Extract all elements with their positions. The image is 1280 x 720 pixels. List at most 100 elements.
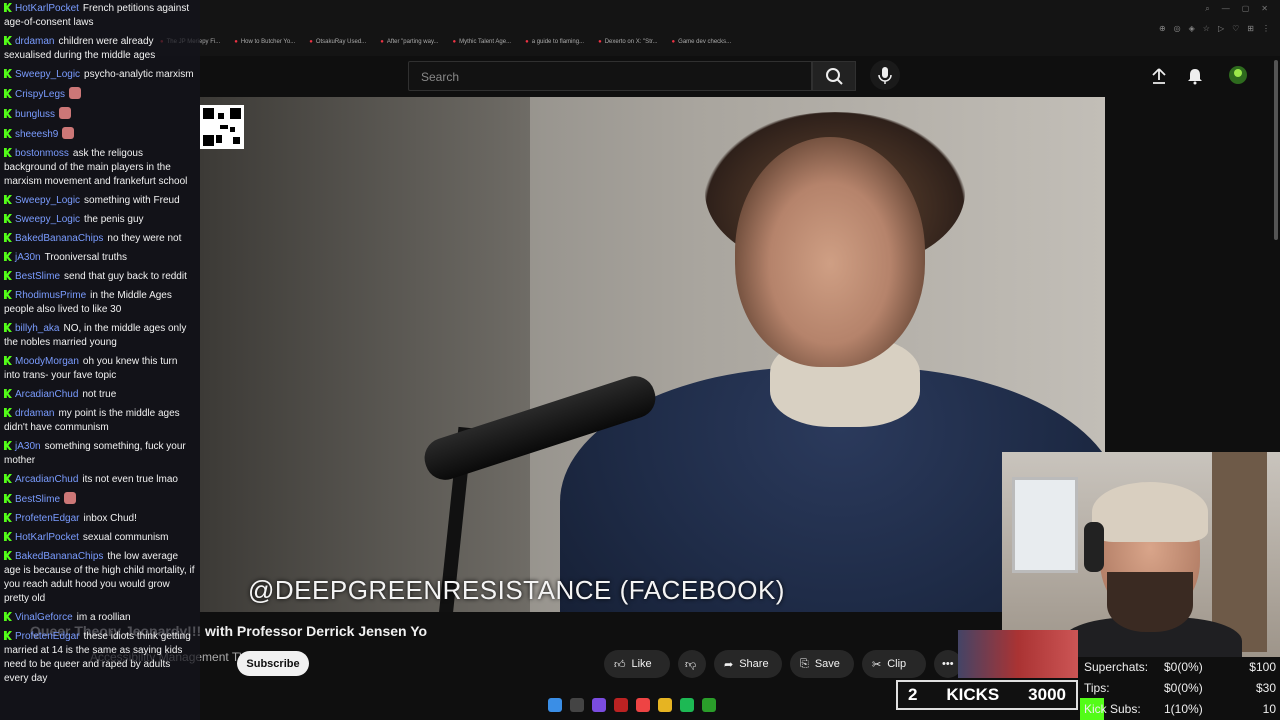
kick-badge-icon (4, 129, 12, 138)
chat-message: CrispyLegs (0, 85, 200, 105)
kick-badge-icon (4, 494, 12, 503)
chat-username[interactable]: BestSlime (15, 494, 60, 505)
maximize-icon[interactable]: ▢ (1242, 4, 1250, 14)
video-background (200, 97, 530, 612)
webcam-overlay (1002, 452, 1280, 657)
chat-message: VinalGeforce im a roollian (0, 609, 200, 628)
close-icon[interactable]: ✕ (1261, 4, 1268, 14)
windows-start-icon[interactable] (548, 698, 562, 712)
chat-username[interactable]: MoodyMorgan (15, 356, 79, 367)
chat-username[interactable]: drdaman (15, 36, 54, 47)
kicks-label: KICKS (946, 685, 1000, 704)
kick-badge-icon (4, 69, 12, 78)
dislike-button[interactable]: 👎︎ (678, 650, 706, 678)
stat-row-superchats: Superchats: $0(0%) $100 (1084, 660, 1276, 674)
kick-badge-icon (4, 290, 12, 299)
kick-badge-icon (4, 109, 12, 118)
chat-username[interactable]: bostonmoss (15, 148, 69, 159)
chat-text: psycho-analytic marxism (84, 69, 194, 80)
bookmark-item[interactable]: Mythic Talent Age... (453, 39, 511, 45)
chat-message: HotKarlPocket sexual communism (0, 529, 200, 548)
heart-icon[interactable]: ♡ (1232, 24, 1239, 33)
chat-username[interactable]: Sweepy_Logic (15, 214, 80, 225)
video-speaker-head (735, 137, 925, 367)
clip-button[interactable]: ✂ Clip (862, 650, 926, 678)
folder-icon[interactable] (658, 698, 672, 712)
chat-username[interactable]: jA30n (15, 441, 41, 452)
chat-username[interactable]: jA30n (15, 252, 41, 263)
chat-username[interactable]: BestSlime (15, 271, 60, 282)
chat-username[interactable]: drdaman (15, 408, 54, 419)
extension-icon[interactable]: ◎ (1174, 24, 1181, 33)
stat-goal: $100 (1249, 660, 1276, 674)
search-icon[interactable]: ⌕ (1205, 4, 1209, 14)
chat-username[interactable]: BakedBananaChips (15, 551, 103, 562)
extension-icon[interactable]: ◈ (1189, 24, 1195, 33)
chat-username[interactable]: sheeesh9 (15, 129, 58, 140)
extension-icon[interactable]: ⊞ (1247, 24, 1254, 33)
chat-username[interactable]: billyh_aka (15, 323, 59, 334)
kick-badge-icon (4, 532, 12, 541)
chat-text: im a roollian (76, 612, 131, 623)
browser-icon[interactable] (636, 698, 650, 712)
chat-message: drdaman children were already sexualised … (0, 33, 200, 66)
scissors-icon: ✂ (872, 658, 882, 671)
chat-message: bungluss (0, 105, 200, 125)
chat-username[interactable]: ArcadianChud (15, 389, 78, 400)
app-icon[interactable] (614, 698, 628, 712)
stat-value: $0(0%) (1164, 681, 1203, 695)
subscribe-button[interactable]: Subscribe (237, 651, 309, 676)
streamer-headset (1084, 522, 1104, 572)
chat-message: HotKarlPocket French petitions against ag… (0, 0, 200, 33)
minimize-icon[interactable]: — (1222, 4, 1230, 14)
notifications-button[interactable] (1183, 64, 1207, 88)
kick-badge-icon (4, 356, 12, 365)
chat-username[interactable]: ProfetenEdgar (15, 631, 80, 642)
bookmark-item[interactable]: Game dev checks... (672, 39, 731, 45)
upload-button[interactable] (1147, 64, 1171, 88)
voice-search-button[interactable] (870, 60, 900, 90)
chat-username[interactable]: HotKarlPocket (15, 532, 79, 543)
extension-icon[interactable]: ▷ (1218, 24, 1224, 33)
like-button[interactable]: 👍︎ Like (604, 650, 670, 678)
chat-username[interactable]: BakedBananaChips (15, 233, 103, 244)
chat-username[interactable]: ArcadianChud (15, 474, 78, 485)
video-player[interactable]: @DEEPGREENRESISTANCE (FACEBOOK) (200, 97, 1105, 612)
avatar[interactable] (1226, 63, 1250, 87)
bookmark-star-icon[interactable]: ☆ (1203, 24, 1210, 33)
search-input[interactable]: Search (408, 61, 812, 91)
chat-text: inbox Chud! (83, 513, 137, 524)
chat-message: ProfetenEdgar these idiots think getting … (0, 628, 200, 689)
share-button[interactable]: ➦ Share (714, 650, 782, 678)
page-scrollbar[interactable] (1274, 60, 1278, 240)
bookmark-item[interactable]: OtsakuRay Used... (309, 39, 366, 45)
app-icon[interactable] (592, 698, 606, 712)
bookmark-item[interactable]: How to Butcher Yo... (234, 39, 295, 45)
search-icon[interactable] (570, 698, 584, 712)
spotify-icon[interactable] (680, 698, 694, 712)
chat-message: sheeesh9 (0, 125, 200, 145)
chat-message: Sweepy_Logic the penis guy (0, 211, 200, 230)
xbox-icon[interactable] (702, 698, 716, 712)
overlay-thumbnail (958, 630, 1078, 678)
chat-username[interactable]: HotKarlPocket (15, 3, 79, 14)
kick-badge-icon (4, 89, 12, 98)
chat-username[interactable]: Sweepy_Logic (15, 195, 80, 206)
chat-username[interactable]: VinalGeforce (15, 612, 73, 623)
chat-message: billyh_aka NO, in the middle ages only th… (0, 320, 200, 353)
chat-username[interactable]: bungluss (15, 109, 55, 120)
bookmark-item[interactable]: a guide to flaming... (525, 39, 584, 45)
chat-username[interactable]: RhodimusPrime (15, 290, 86, 301)
save-button[interactable]: ⎘ Save (790, 650, 854, 678)
menu-dots-icon[interactable]: ⋮ (1262, 24, 1270, 33)
zoom-icon[interactable]: ⊕ (1159, 24, 1166, 33)
emote-icon (64, 492, 77, 504)
chat-username[interactable]: Sweepy_Logic (15, 69, 80, 80)
bookmark-item[interactable]: Dexerto on X: "Str... (598, 39, 658, 45)
chat-username[interactable]: CrispyLegs (15, 89, 65, 100)
search-button[interactable] (812, 61, 856, 91)
bookmark-icon: ⎘ (800, 657, 809, 670)
chat-username[interactable]: ProfetenEdgar (15, 513, 80, 524)
kick-badge-icon (4, 214, 12, 223)
bookmark-item[interactable]: After "parting way... (380, 39, 439, 45)
